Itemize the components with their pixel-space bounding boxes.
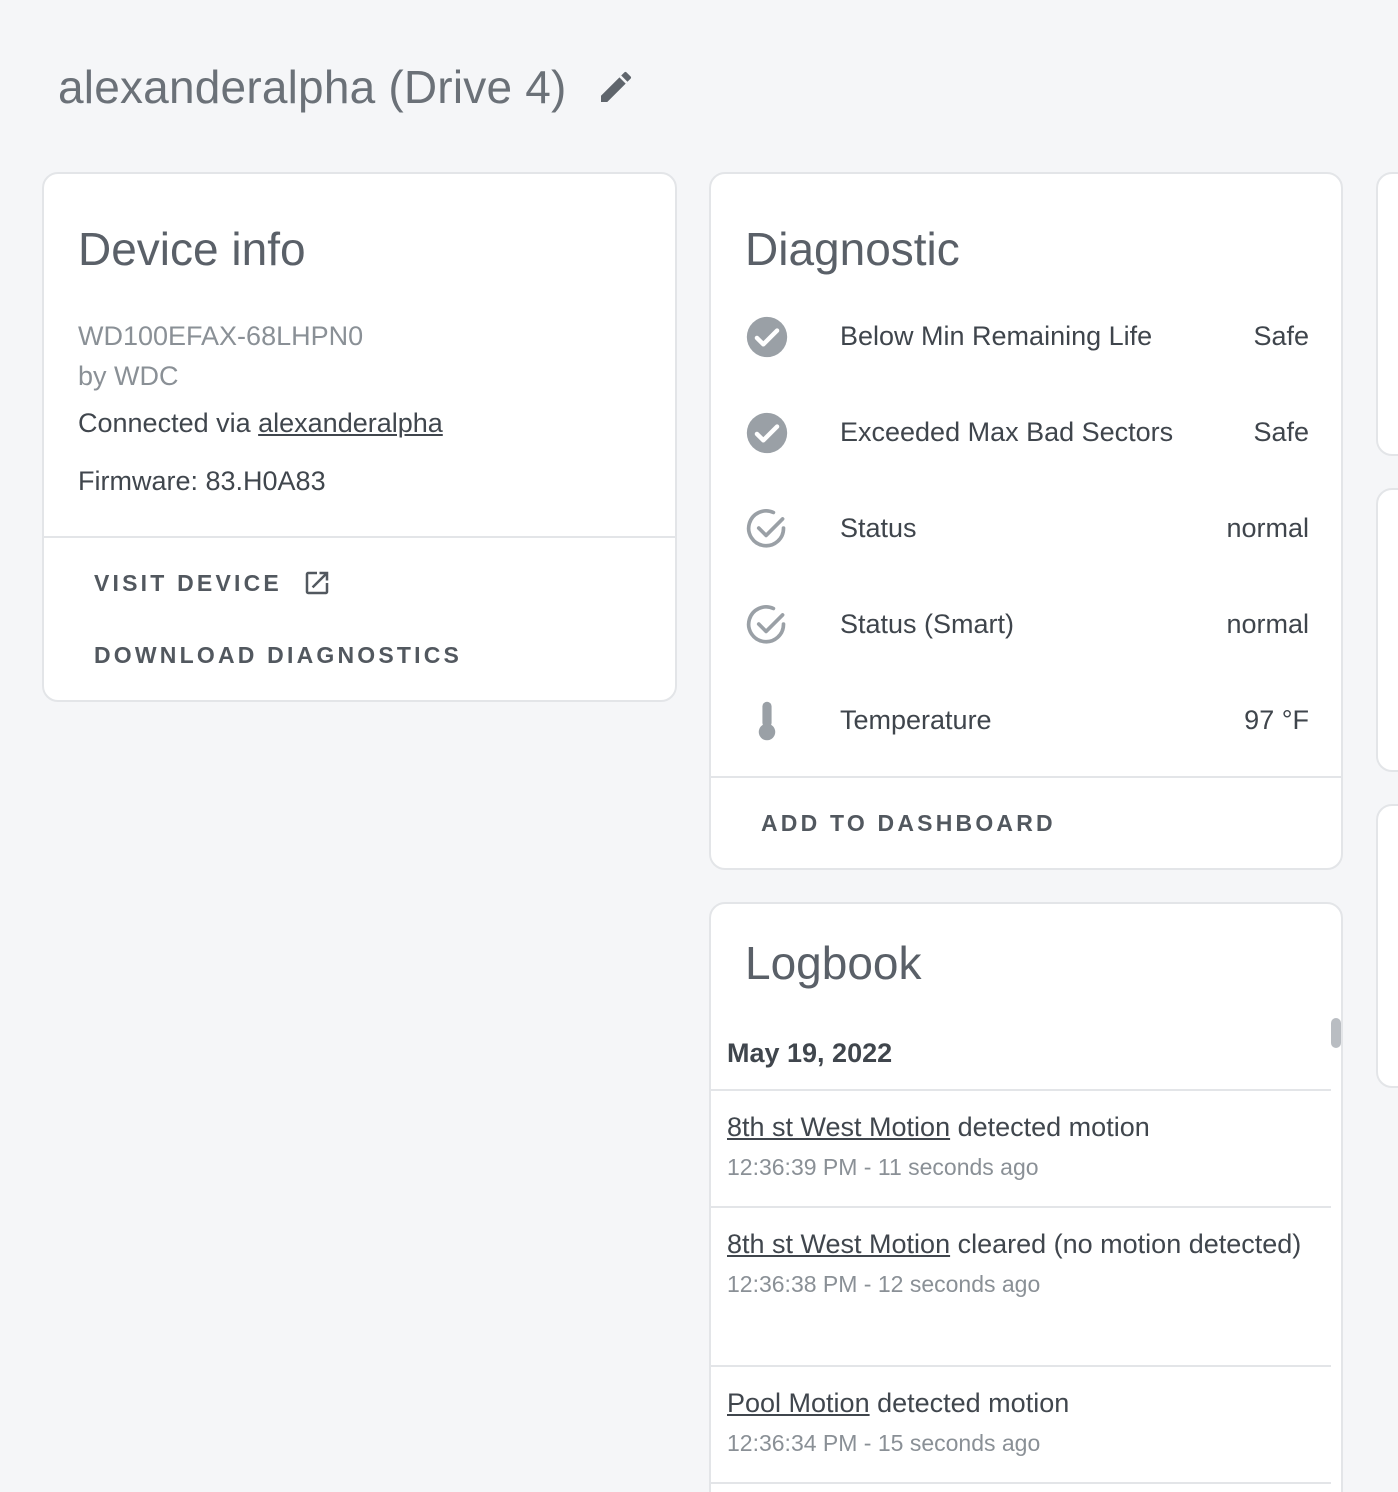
device-info-card: Device info WD100EFAX-68LHPN0 by WDC Con… (42, 172, 677, 702)
logbook-divider (711, 1482, 1331, 1484)
firmware-version: Firmware: 83.H0A83 (78, 466, 326, 496)
download-diagnostics-button[interactable]: DOWNLOAD DIAGNOSTICS (94, 642, 462, 669)
diagnostic-value: Safe (1253, 320, 1309, 351)
diagnostic-row[interactable]: Below Min Remaining Life Safe (711, 306, 1341, 366)
diagnostic-label: Temperature (840, 704, 992, 735)
download-diagnostics-label: DOWNLOAD DIAGNOSTICS (94, 642, 463, 668)
card-divider (44, 536, 675, 538)
logbook-entry-text: cleared (no motion detected) (950, 1229, 1302, 1259)
device-manufacturer: by WDC (78, 361, 179, 391)
logbook-title: Logbook (745, 937, 922, 989)
diagnostic-label: Status (Smart) (840, 608, 1015, 639)
check-circle-outline-icon (745, 507, 789, 551)
logbook-entry-text: detected motion (869, 1388, 1070, 1418)
offscreen-card (1376, 804, 1398, 1088)
logbook-scrollbar[interactable] (1331, 1018, 1341, 1048)
logbook-date: May 19, 2022 (727, 1038, 893, 1068)
diagnostic-value: normal (1226, 512, 1309, 543)
edit-name-button[interactable] (593, 64, 639, 110)
diagnostic-row[interactable]: Temperature 97 °F (711, 690, 1341, 750)
check-circle-outline-icon (745, 603, 789, 647)
diagnostic-value: Safe (1253, 416, 1309, 447)
logbook-entry-time: 12:36:38 PM - 12 seconds ago (727, 1271, 1041, 1297)
visit-device-label: VISIT DEVICE (94, 569, 282, 596)
logbook-entity-link[interactable]: 8th st West Motion (727, 1229, 950, 1259)
diagnostic-card: Diagnostic Below Min Remaining Life Safe… (709, 172, 1343, 870)
diagnostic-value: normal (1226, 608, 1309, 639)
add-to-dashboard-label: ADD TO DASHBOARD (761, 810, 1056, 836)
logbook-entry-message: Pool Motion detected motion (727, 1382, 1307, 1424)
connected-via-link[interactable]: alexanderalpha (258, 408, 443, 438)
logbook-divider (711, 1206, 1331, 1208)
device-page: alexanderalpha (Drive 4) Device info WD1… (0, 0, 1398, 1492)
device-model: WD100EFAX-68LHPN0 (78, 321, 364, 351)
logbook-entry: 8th st West Motion cleared (no motion de… (727, 1223, 1307, 1298)
logbook-entity-link[interactable]: 8th st West Motion (727, 1112, 950, 1142)
diagnostic-label: Below Min Remaining Life (840, 320, 1153, 351)
connected-via: Connected via alexanderalpha (78, 408, 443, 439)
logbook-card: Logbook May 19, 2022 8th st West Motion … (709, 902, 1343, 1492)
offscreen-card (1376, 172, 1398, 456)
logbook-entry: 8th st West Motion detected motion 12:36… (727, 1106, 1307, 1181)
logbook-entry-text: detected motion (950, 1112, 1150, 1142)
logbook-entry-time: 12:36:39 PM - 11 seconds ago (727, 1154, 1039, 1180)
diagnostic-title: Diagnostic (745, 223, 960, 275)
thermometer-icon (745, 699, 789, 743)
diagnostic-value: 97 °F (1244, 704, 1309, 735)
diagnostic-label: Exceeded Max Bad Sectors (840, 416, 1174, 447)
logbook-entity-link[interactable]: Pool Motion (727, 1388, 870, 1418)
logbook-entry-message: 8th st West Motion cleared (no motion de… (727, 1223, 1307, 1265)
logbook-entry: Pool Motion detected motion 12:36:34 PM … (727, 1382, 1307, 1457)
logbook-divider (711, 1089, 1331, 1091)
open-in-new-icon (305, 571, 329, 595)
device-model-block: WD100EFAX-68LHPN0 by WDC (78, 316, 363, 396)
connected-via-label: Connected via (78, 408, 259, 438)
add-to-dashboard-button[interactable]: ADD TO DASHBOARD (761, 810, 1056, 837)
visit-device-button[interactable]: VISIT DEVICE (94, 568, 332, 598)
device-info-title: Device info (78, 223, 306, 275)
logbook-entry-time: 12:36:34 PM - 15 seconds ago (727, 1430, 1041, 1456)
page-header: alexanderalpha (Drive 4) (58, 60, 639, 114)
diagnostic-row[interactable]: Status (Smart) normal (711, 594, 1341, 654)
logbook-entry-message: 8th st West Motion detected motion (727, 1106, 1307, 1148)
page-title: alexanderalpha (Drive 4) (58, 61, 567, 113)
logbook-divider (711, 1365, 1331, 1367)
check-circle-filled-icon (745, 411, 789, 455)
pencil-icon (600, 71, 631, 102)
card-divider (711, 776, 1341, 778)
diagnostic-row[interactable]: Exceeded Max Bad Sectors Safe (711, 402, 1341, 462)
check-circle-filled-icon (745, 315, 789, 359)
offscreen-card (1376, 488, 1398, 772)
diagnostic-label: Status (840, 512, 917, 543)
diagnostic-row[interactable]: Status normal (711, 498, 1341, 558)
